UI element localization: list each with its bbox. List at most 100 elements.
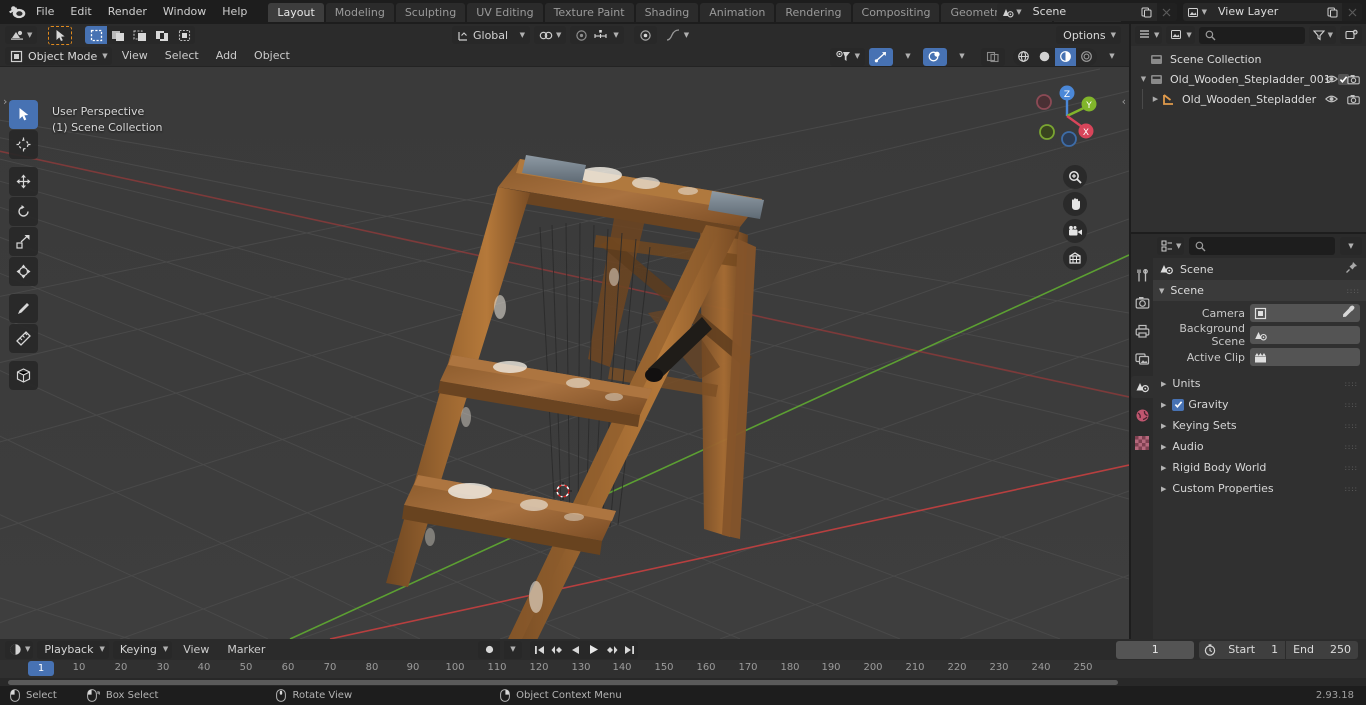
outliner-editor-type-selector[interactable]: ▼ [1135,26,1163,44]
select-subtract-button[interactable] [129,26,152,44]
timeline-keying-dropdown[interactable]: Keying ▼ [112,640,173,659]
tool-tweak-select[interactable] [9,100,38,129]
timeline-ruler[interactable]: 1 10 20 30 40 50 60 70 80 90 100 110 120… [0,660,1366,678]
falloff-curve-selector[interactable]: ▼ [661,26,694,44]
select-extend-button[interactable] [107,26,130,44]
active-tool-cursor-icon[interactable] [48,25,73,45]
shading-wireframe-button[interactable] [1013,47,1034,66]
workspace-tab-rendering[interactable]: Rendering [776,2,851,22]
gizmo-options-chevron[interactable]: ▼ [897,48,919,66]
outliner-expand-triangle-object[interactable]: ▶ [1149,95,1162,103]
viewport-menu-select[interactable]: Select [158,47,206,65]
subpanel-audio[interactable]: ▶ Audio :::: [1153,436,1366,457]
jump-to-end-button[interactable] [620,640,638,659]
tool-rotate[interactable] [9,197,38,226]
navigation-gizmo[interactable]: Z Y X [1028,77,1106,155]
timeline-menu-view[interactable]: View [176,641,216,659]
camera-field[interactable] [1250,304,1360,322]
view-layer-icon[interactable]: ▼ [1182,3,1210,21]
outliner-expand-triangle[interactable]: ▼ [1137,75,1150,83]
properties-tab-texture[interactable] [1131,432,1153,454]
subpanel-gravity[interactable]: ▶ Gravity :::: [1153,394,1366,415]
workspace-tab-layout[interactable]: Layout [268,2,324,22]
viewlayer-selector[interactable]: ▼ View Layer [1182,3,1362,21]
subpanel-custom-properties[interactable]: ▶ Custom Properties :::: [1153,478,1366,499]
scene-selector[interactable]: ▼ Scene [997,3,1177,21]
viewport-menu-view[interactable]: View [115,47,155,65]
workspace-tab-shading[interactable]: Shading [635,2,699,22]
blender-logo-icon[interactable] [6,3,28,21]
shading-solid-button[interactable] [1034,47,1055,66]
toggle-ortho-icon[interactable] [1063,246,1087,270]
zoom-icon[interactable] [1063,165,1087,189]
properties-tab-viewlayer[interactable] [1131,348,1153,370]
show-gizmo-toggle[interactable] [869,47,893,66]
scene-name-field[interactable]: Scene [1024,3,1137,21]
workspace-tab-modeling[interactable]: Modeling [325,2,394,22]
properties-tab-tool[interactable] [1131,264,1153,286]
outliner-search-input[interactable] [1198,26,1305,44]
properties-tab-output[interactable] [1131,320,1153,342]
shading-material-preview-button[interactable] [1055,47,1076,66]
viewport-menu-add[interactable]: Add [209,47,244,65]
gravity-checkbox[interactable] [1172,398,1185,411]
remove-viewlayer-button[interactable] [1342,3,1362,21]
outliner-row-old-wooden-stepladder[interactable]: ▶ Old_Wooden_Stepladder [1131,89,1366,109]
active-clip-field[interactable] [1250,348,1360,366]
viewport-toolbar-toggle[interactable]: › [3,95,7,108]
properties-tab-world[interactable] [1131,404,1153,426]
outliner-row-scene-collection[interactable]: Scene Collection [1131,49,1366,69]
snapping-toggle[interactable]: ▼ [534,26,567,44]
eye-icon[interactable] [1325,94,1338,104]
transform-orientation-selector[interactable]: Global ▼ [452,26,530,44]
xray-toggle[interactable] [981,47,1005,66]
shading-options-chevron[interactable]: ▼ [1101,48,1123,66]
jump-to-prev-keyframe-button[interactable] [548,640,566,659]
background-scene-field[interactable] [1250,326,1360,344]
timeline-scrollbar[interactable] [0,678,1366,686]
proportional-falloff-toggle[interactable] [633,26,657,44]
properties-editor-type-selector[interactable]: ▼ [1157,237,1185,255]
play-button[interactable] [584,640,602,659]
viewport-sidebar-toggle[interactable]: ‹ [1122,95,1126,108]
outliner-filter-button[interactable]: ▼ [1308,26,1336,44]
subpanel-units[interactable]: ▶ Units :::: [1153,373,1366,394]
pin-icon[interactable] [1345,261,1358,277]
overlay-options-chevron[interactable]: ▼ [951,48,973,66]
workspace-tab-animation[interactable]: Animation [700,2,775,22]
timeline-playback-dropdown[interactable]: Playback ▼ [37,640,109,659]
menu-file[interactable]: File [28,3,62,21]
workspace-tab-sculpting[interactable]: Sculpting [395,2,466,22]
viewlayer-name-field[interactable]: View Layer [1210,3,1322,21]
play-reverse-button[interactable] [566,640,584,659]
eyedropper-icon[interactable] [1342,305,1355,321]
select-invert-button[interactable] [151,26,174,44]
auto-keying-options-chevron[interactable]: ▼ [504,640,522,659]
new-viewlayer-button[interactable] [1322,3,1342,21]
proportional-editing-toggle[interactable]: ▼ [570,26,624,44]
tool-annotate[interactable] [9,294,38,323]
select-set-button[interactable] [85,26,108,44]
tool-cursor[interactable] [9,130,38,159]
timeline-menu-marker[interactable]: Marker [220,641,272,659]
properties-tab-render[interactable] [1131,292,1153,314]
properties-search-input[interactable] [1189,237,1335,255]
tool-add-cube[interactable] [9,361,38,390]
workspace-tab-compositing[interactable]: Compositing [852,2,940,22]
editor-type-selector[interactable]: ▼ [5,26,38,44]
jump-to-start-button[interactable] [530,640,548,659]
subpanel-rigid-body-world[interactable]: ▶ Rigid Body World :::: [1153,457,1366,478]
frame-end-field[interactable]: End 250 [1286,640,1358,659]
properties-options-chevron[interactable]: ▼ [1340,237,1362,255]
scene-data-icon[interactable]: ▼ [997,3,1025,21]
current-frame-field[interactable]: 1 [1116,640,1195,659]
menu-window[interactable]: Window [155,3,214,21]
timeline-playhead[interactable]: 1 [28,661,54,676]
tool-transform[interactable] [9,257,38,286]
camera-view-icon[interactable] [1063,219,1087,243]
select-intersect-button[interactable] [173,26,196,44]
outliner-display-mode-selector[interactable]: ▼ [1166,26,1195,44]
properties-tab-scene[interactable] [1131,376,1153,398]
timeline-editor-type-selector[interactable]: ▼ [5,640,34,659]
tool-scale[interactable] [9,227,38,256]
